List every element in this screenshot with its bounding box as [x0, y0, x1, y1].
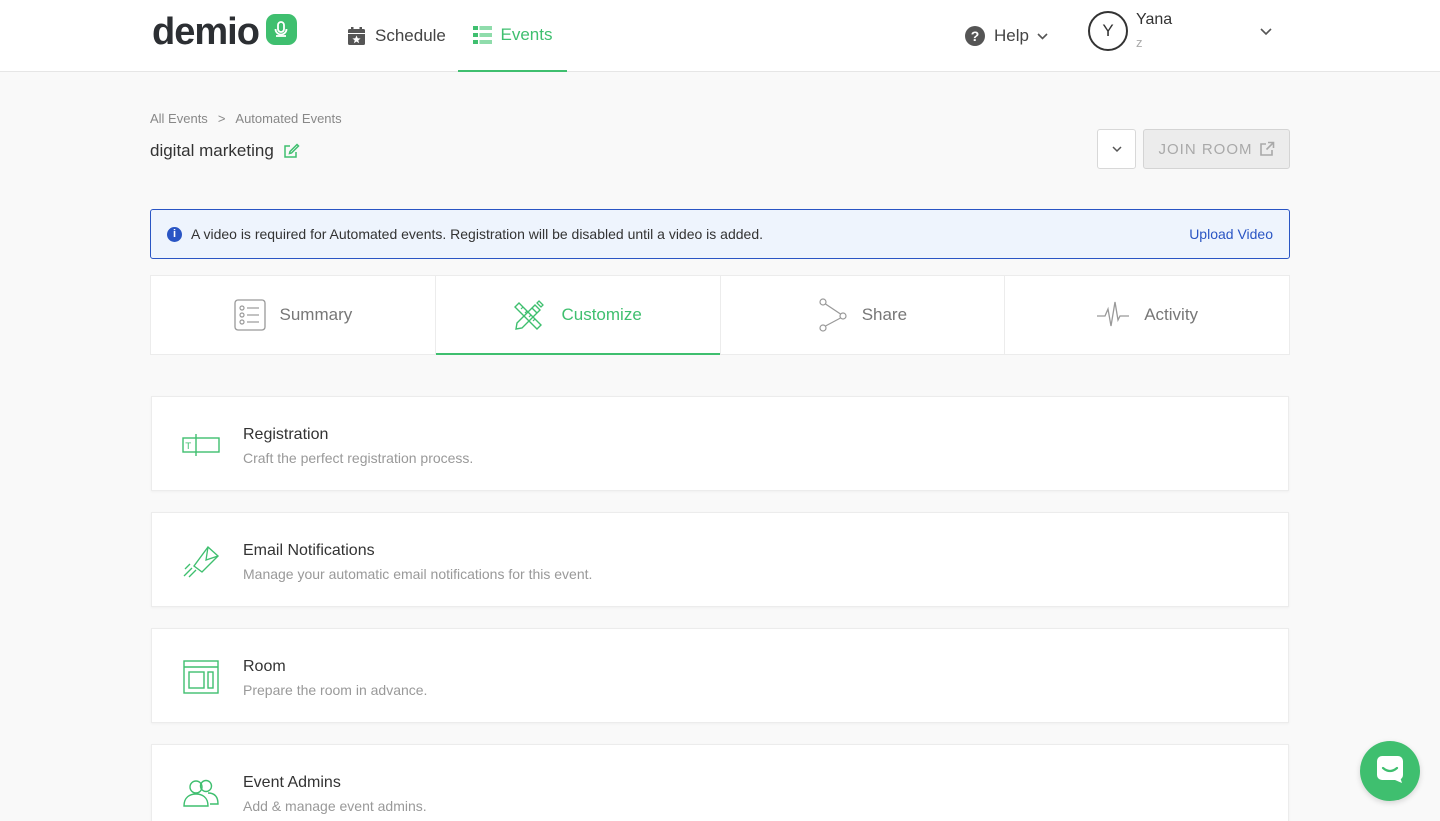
- list-grid-icon: [472, 26, 492, 44]
- nav-events-label: Events: [500, 25, 553, 44]
- card-title: Registration: [243, 426, 329, 443]
- room-layout-icon: [180, 659, 222, 695]
- tab-customize[interactable]: Customize: [435, 276, 721, 355]
- svg-text:T: T: [185, 442, 192, 452]
- registration-card[interactable]: T Registration Craft the perfect registr…: [151, 396, 1289, 491]
- logo-mic-icon: [265, 13, 297, 45]
- breadcrumb-all-events[interactable]: All Events: [150, 111, 208, 126]
- checklist-icon: [233, 299, 266, 331]
- nav-events[interactable]: Events: [458, 0, 567, 72]
- upload-video-link[interactable]: Upload Video: [1189, 226, 1273, 242]
- chevron-down-icon: [1037, 32, 1048, 40]
- user-subtitle: z: [1136, 35, 1143, 50]
- tab-customize-label: Customize: [561, 305, 642, 324]
- user-name: Yana: [1136, 11, 1173, 28]
- demio-logo[interactable]: demio: [152, 12, 297, 52]
- calendar-icon: [347, 26, 366, 46]
- logo-text: demio: [152, 11, 260, 53]
- pencil-ruler-icon: [513, 299, 547, 331]
- event-options-dropdown[interactable]: [1097, 129, 1136, 169]
- card-title: Room: [243, 658, 286, 675]
- pulse-icon: [1096, 300, 1130, 330]
- card-description: Craft the perfect registration process.: [243, 450, 474, 466]
- user-menu[interactable]: Y Yana z: [1088, 11, 1278, 51]
- top-nav: demio Schedule Events ? Help Y Yana z: [0, 0, 1440, 72]
- event-tabs: Summary Customize Share Activity: [150, 275, 1290, 355]
- form-field-icon: T: [180, 427, 222, 463]
- help-label: Help: [994, 26, 1029, 45]
- chevron-down-icon: [1111, 140, 1122, 158]
- card-title: Event Admins: [243, 774, 341, 791]
- tab-activity[interactable]: Activity: [1005, 276, 1289, 354]
- breadcrumb-current[interactable]: Automated Events: [235, 111, 341, 126]
- help-menu[interactable]: ? Help: [965, 0, 1048, 72]
- tab-activity-label: Activity: [1144, 305, 1199, 324]
- external-link-icon: [1259, 141, 1275, 157]
- tab-share[interactable]: Share: [721, 276, 1006, 354]
- join-room-label: JOIN ROOM: [1158, 140, 1253, 158]
- tab-summary[interactable]: Summary: [151, 276, 436, 354]
- join-room-button[interactable]: JOIN ROOM: [1143, 129, 1290, 169]
- video-required-alert: i A video is required for Automated even…: [150, 209, 1290, 259]
- avatar: Y: [1088, 11, 1128, 51]
- paper-plane-icon: [180, 543, 222, 579]
- chat-icon: [1375, 754, 1405, 789]
- card-description: Prepare the room in advance.: [243, 682, 428, 698]
- nav-schedule[interactable]: Schedule: [347, 0, 446, 72]
- edit-icon[interactable]: [283, 143, 300, 159]
- breadcrumb-separator: >: [217, 111, 226, 126]
- card-title: Email Notifications: [243, 542, 375, 559]
- info-icon: i: [167, 226, 182, 242]
- email-notifications-card[interactable]: Email Notifications Manage your automati…: [151, 512, 1289, 607]
- event-title-text: digital marketing: [150, 141, 274, 160]
- page-title: digital marketing: [150, 141, 300, 161]
- chevron-down-icon: [1260, 23, 1272, 41]
- event-admins-card[interactable]: Event Admins Add & manage event admins.: [151, 744, 1289, 821]
- card-description: Add & manage event admins.: [243, 798, 427, 814]
- card-description: Manage your automatic email notification…: [243, 566, 593, 582]
- nav-schedule-label: Schedule: [375, 26, 446, 45]
- alert-message: A video is required for Automated events…: [191, 226, 764, 242]
- users-icon: [180, 775, 222, 811]
- share-icon: [818, 298, 848, 332]
- tab-share-label: Share: [861, 305, 908, 324]
- tab-summary-label: Summary: [279, 305, 353, 324]
- question-icon: ?: [965, 26, 985, 46]
- breadcrumb: All Events > Automated Events: [150, 111, 342, 126]
- chat-launcher-button[interactable]: [1360, 741, 1420, 801]
- room-card[interactable]: Room Prepare the room in advance.: [151, 628, 1289, 723]
